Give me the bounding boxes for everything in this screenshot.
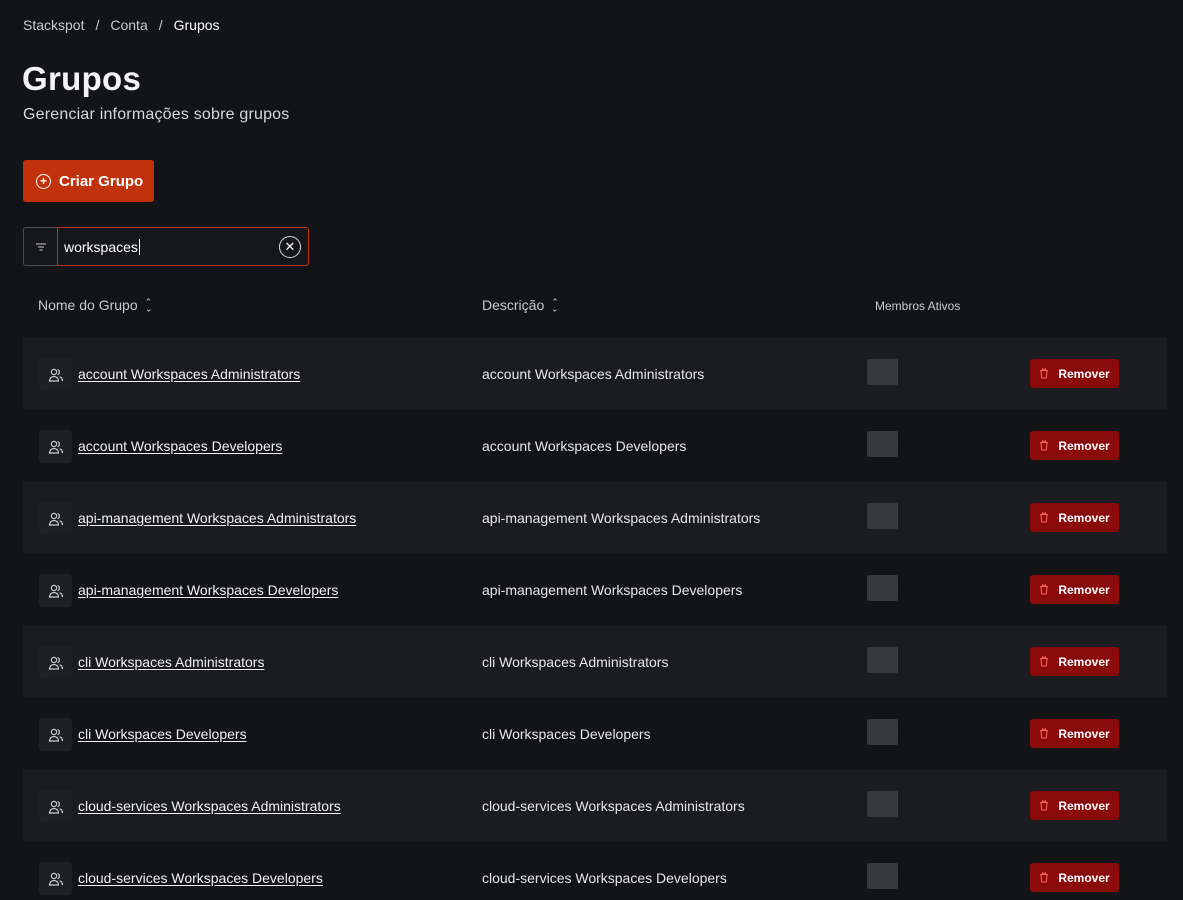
- active-members-placeholder: [867, 575, 898, 601]
- active-members-placeholder: [867, 503, 898, 529]
- remove-button-label: Remover: [1058, 366, 1110, 381]
- create-group-label: Criar Grupo: [59, 172, 144, 190]
- clear-search-button[interactable]: ✕: [279, 236, 301, 258]
- remove-button[interactable]: Remover: [1030, 503, 1119, 532]
- breadcrumb: Stackspot / Conta / Grupos: [23, 17, 220, 33]
- filter-button[interactable]: [23, 227, 57, 266]
- group-name-link[interactable]: api-management Workspaces Developers: [78, 582, 338, 598]
- remove-button[interactable]: Remover: [1030, 359, 1119, 388]
- groups-table: account Workspaces Administrators accoun…: [23, 338, 1167, 900]
- create-group-button[interactable]: + Criar Grupo: [23, 160, 154, 202]
- remove-button[interactable]: Remover: [1030, 791, 1119, 820]
- active-members-placeholder: [867, 863, 898, 889]
- remove-button[interactable]: Remover: [1030, 647, 1119, 676]
- remove-button-label: Remover: [1058, 726, 1110, 741]
- group-description: api-management Workspaces Administrators: [482, 510, 761, 526]
- users-icon: [39, 574, 72, 607]
- remove-button[interactable]: Remover: [1030, 575, 1119, 604]
- text-caret: [138, 238, 140, 255]
- group-name-link[interactable]: account Workspaces Administrators: [78, 366, 300, 382]
- trash-icon: [1040, 512, 1049, 523]
- trash-icon: [1040, 656, 1049, 667]
- close-icon: ✕: [284, 239, 296, 254]
- remove-button[interactable]: Remover: [1030, 863, 1119, 892]
- active-members-placeholder: [867, 431, 898, 457]
- group-name-link[interactable]: api-management Workspaces Administrators: [78, 510, 356, 526]
- column-header-name-label: Nome do Grupo: [38, 297, 138, 313]
- active-members-placeholder: [867, 359, 898, 385]
- breadcrumb-separator: /: [158, 17, 163, 33]
- trash-icon: [1040, 368, 1049, 379]
- table-row: api-management Workspaces Developers api…: [23, 554, 1167, 626]
- group-description: cli Workspaces Developers: [482, 726, 651, 742]
- trash-icon: [1040, 584, 1049, 595]
- users-icon: [39, 790, 72, 823]
- table-row: cli Workspaces Developers cli Workspaces…: [23, 698, 1167, 770]
- remove-button[interactable]: Remover: [1030, 431, 1119, 460]
- trash-icon: [1040, 440, 1049, 451]
- table-row: cloud-services Workspaces Administrators…: [23, 770, 1167, 842]
- trash-icon: [1040, 800, 1049, 811]
- table-row: account Workspaces Developers account Wo…: [23, 410, 1167, 482]
- search-input-value: workspaces: [64, 238, 138, 255]
- filter-icon: [35, 243, 46, 250]
- group-name-link[interactable]: cli Workspaces Administrators: [78, 654, 264, 670]
- breadcrumb-item-grupos: Grupos: [173, 17, 220, 33]
- users-icon: [39, 430, 72, 463]
- users-icon: [39, 502, 72, 535]
- search-bar: workspaces ✕: [23, 227, 309, 266]
- sort-icon: ⌃ ⌃: [144, 297, 153, 314]
- remove-button[interactable]: Remover: [1030, 719, 1119, 748]
- users-icon: [39, 358, 72, 391]
- active-members-placeholder: [867, 719, 898, 745]
- groups-page: Stackspot / Conta / Grupos Grupos Gerenc…: [0, 0, 1183, 900]
- breadcrumb-item-stackspot[interactable]: Stackspot: [23, 17, 84, 33]
- table-row: account Workspaces Administrators accoun…: [23, 338, 1167, 410]
- users-icon: [39, 646, 72, 679]
- search-input[interactable]: workspaces ✕: [57, 227, 309, 266]
- plus-circle-icon: +: [36, 173, 51, 189]
- remove-button-label: Remover: [1058, 870, 1110, 885]
- column-header-description[interactable]: Descrição ⌃ ⌃: [482, 297, 559, 313]
- users-icon: [39, 718, 72, 751]
- group-description: cloud-services Workspaces Administrators: [482, 798, 745, 814]
- active-members-placeholder: [867, 647, 898, 673]
- group-name-link[interactable]: cloud-services Workspaces Developers: [78, 870, 323, 886]
- group-name-link[interactable]: cli Workspaces Developers: [78, 726, 247, 742]
- group-name-link[interactable]: cloud-services Workspaces Administrators: [78, 798, 341, 814]
- active-members-placeholder: [867, 791, 898, 817]
- remove-button-label: Remover: [1058, 438, 1110, 453]
- breadcrumb-separator: /: [95, 17, 100, 33]
- table-row: cloud-services Workspaces Developers clo…: [23, 842, 1167, 900]
- page-title: Grupos: [22, 60, 142, 97]
- trash-icon: [1040, 728, 1049, 739]
- remove-button-label: Remover: [1058, 510, 1110, 525]
- remove-button-label: Remover: [1058, 582, 1110, 597]
- table-row: cli Workspaces Administrators cli Worksp…: [23, 626, 1167, 698]
- group-name-link[interactable]: account Workspaces Developers: [78, 438, 282, 454]
- column-header-name[interactable]: Nome do Grupo ⌃ ⌃: [38, 297, 152, 313]
- breadcrumb-item-conta[interactable]: Conta: [110, 17, 147, 33]
- remove-button-label: Remover: [1058, 798, 1110, 813]
- remove-button-label: Remover: [1058, 654, 1110, 669]
- group-description: api-management Workspaces Developers: [482, 582, 743, 598]
- group-description: account Workspaces Developers: [482, 438, 687, 454]
- group-description: cli Workspaces Administrators: [482, 654, 669, 670]
- column-header-members-label: Membros Ativos: [875, 299, 961, 313]
- group-description: account Workspaces Administrators: [482, 366, 705, 382]
- column-header-description-label: Descrição: [482, 297, 545, 313]
- table-row: api-management Workspaces Administrators…: [23, 482, 1167, 554]
- page-subtitle: Gerenciar informações sobre grupos: [23, 106, 290, 123]
- column-header-members: Membros Ativos: [875, 299, 960, 313]
- group-description: cloud-services Workspaces Developers: [482, 870, 727, 886]
- trash-icon: [1040, 872, 1049, 883]
- sort-icon: ⌃ ⌃: [551, 297, 559, 314]
- users-icon: [39, 862, 72, 895]
